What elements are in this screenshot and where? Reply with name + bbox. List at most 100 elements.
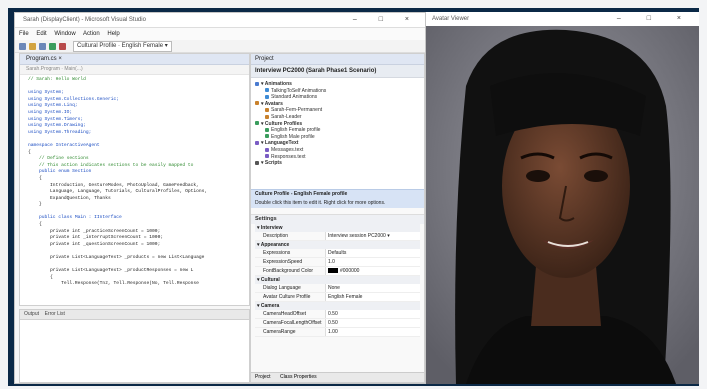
settings-row: Dialog Language None: [255, 284, 420, 293]
menu-file[interactable]: File: [19, 31, 29, 37]
file-icon: [265, 108, 269, 113]
menu-help[interactable]: Help: [107, 31, 119, 37]
avatar-render: [426, 26, 699, 384]
tree-item[interactable]: Sarah-Leader: [255, 114, 420, 121]
tree-item[interactable]: Standard Animations: [255, 94, 420, 101]
color-swatch[interactable]: [328, 268, 338, 274]
open-folder-icon[interactable]: [29, 42, 36, 50]
tree-item[interactable]: English Male profile: [255, 134, 420, 141]
settings-grid: ▾ Interview Description Interview session …: [251, 224, 424, 337]
code-line[interactable]: public enum Section: [28, 169, 249, 176]
project-panel: Project Interview PC2000 (Sarah Phase1 S…: [250, 53, 425, 383]
editor-tab[interactable]: Program.cs ×: [20, 54, 249, 65]
file-icon: [265, 94, 269, 99]
settings-header: Settings: [251, 214, 424, 224]
file-icon: [265, 134, 269, 139]
setting-value[interactable]: 0.50: [325, 310, 420, 318]
tree-group[interactable]: ▾ Avatars: [255, 101, 420, 108]
tree-label: ▾ Scripts: [261, 160, 282, 167]
folder-icon: [255, 121, 259, 126]
code-line[interactable]: // Sarah: Hello World: [28, 77, 249, 84]
setting-key: Description: [263, 233, 289, 239]
tree-group[interactable]: ▾ Animations: [255, 81, 420, 88]
menu-bar: File Edit Window Action Help: [15, 28, 425, 40]
file-icon: [265, 154, 269, 159]
code-line[interactable]: private List<LanguageText> _productRespo…: [28, 268, 249, 275]
settings-section[interactable]: ▾ Cultural: [255, 276, 420, 284]
code-line[interactable]: using System.Threading;: [28, 130, 249, 137]
save-icon[interactable]: [39, 42, 46, 50]
code-line[interactable]: private List<LanguageText> _products = n…: [28, 255, 249, 262]
class-properties-tab[interactable]: Class Properties: [276, 374, 321, 380]
setting-key: Dialog Language: [263, 285, 301, 291]
settings-section[interactable]: ▾ Appearance: [255, 241, 420, 249]
tree-item[interactable]: Messages.text: [255, 147, 420, 154]
tree-item[interactable]: TalkingToSelf Animations: [255, 88, 420, 95]
code-line[interactable]: }: [28, 202, 249, 209]
settings-row: Expressions Defaults: [255, 249, 420, 258]
folder-icon: [255, 141, 259, 146]
viewer-title: Avatar Viewer: [432, 16, 470, 22]
setting-value[interactable]: 0.50: [325, 319, 420, 327]
tree-label: English Female profile: [271, 127, 321, 134]
code-line[interactable]: using System.Linq;: [28, 103, 249, 110]
settings-row: ExpressionSpeed 1.0: [255, 258, 420, 267]
output-panel: Output Error List: [19, 309, 250, 383]
menu-action[interactable]: Action: [83, 31, 100, 37]
selected-item-title: Culture Profile - English Female profile: [255, 191, 348, 197]
setting-key: CameraFocalLengthOffset: [263, 320, 322, 326]
code-line[interactable]: using System.Drawing;: [28, 123, 249, 130]
setting-value[interactable]: 1.00: [325, 328, 420, 336]
tree-item[interactable]: Responses.text: [255, 154, 420, 161]
stop-icon[interactable]: [59, 42, 66, 50]
code-line[interactable]: {: [28, 222, 249, 229]
ide-window-controls[interactable]: – □ ×: [353, 13, 419, 27]
code-line[interactable]: using System.IO;: [28, 110, 249, 117]
setting-value[interactable]: 1.0: [325, 258, 420, 266]
settings-section[interactable]: ▾ Camera: [255, 302, 420, 310]
culture-profile-dropdown[interactable]: Cultural Profile · English Female ▾: [73, 40, 172, 52]
tree-label: ▾ LanguageText: [261, 140, 299, 147]
folder-icon: [255, 160, 259, 165]
new-file-icon[interactable]: [19, 42, 26, 50]
setting-value[interactable]: #000000: [325, 267, 420, 275]
project-tree[interactable]: ▾ Animations TalkingToSelf Animations Stan…: [251, 78, 424, 189]
code-line[interactable]: ExpandQuestion, Thanks: [28, 196, 249, 203]
tree-item[interactable]: English Female profile: [255, 127, 420, 134]
code-line[interactable]: using System;: [28, 90, 249, 97]
code-line[interactable]: private int _questionScreenCount = 1000;: [28, 242, 249, 249]
menu-window[interactable]: Window: [54, 31, 75, 37]
tree-group[interactable]: ▾ Scripts: [255, 160, 420, 167]
error-list-tab[interactable]: Error List: [45, 311, 65, 317]
code-line[interactable]: // Define sections: [28, 156, 249, 163]
panel-bottom-tabs: Project Class Properties: [251, 372, 424, 382]
editor-navigation-bar[interactable]: Sarah.Program · Main(...): [20, 65, 249, 75]
code-line[interactable]: Tell.Response(Tnz, Tell.Response(No, Tel…: [28, 281, 249, 288]
tree-label: Sarah-Leader: [271, 113, 302, 120]
toolbar: Cultural Profile · English Female ▾: [15, 40, 425, 53]
output-tab[interactable]: Output: [24, 311, 39, 317]
code-line[interactable]: [28, 136, 249, 143]
selected-item-description: Double click this item to edit it. Right…: [255, 200, 386, 206]
setting-value[interactable]: Interview session PC2000 ▾: [325, 232, 420, 240]
tree-group[interactable]: ▾ Culture Profiles: [255, 121, 420, 128]
settings-section[interactable]: ▾ Interview: [255, 224, 420, 232]
tree-group[interactable]: ▾ LanguageText: [255, 140, 420, 147]
code-line[interactable]: {: [28, 176, 249, 183]
code-line[interactable]: Language, Language, Tutorials, CulturalP…: [28, 189, 249, 196]
run-icon[interactable]: [49, 42, 56, 50]
viewer-window-controls[interactable]: – □ ×: [617, 12, 693, 26]
code-line[interactable]: namespace InteractiveAgent: [28, 143, 249, 150]
tree-item[interactable]: Sarah-Fem-Permanent: [255, 107, 420, 114]
setting-value[interactable]: English Female: [325, 293, 420, 301]
setting-value[interactable]: Defaults: [325, 249, 420, 257]
code-text[interactable]: // Sarah: Hello World using System; using…: [20, 75, 249, 288]
avatar-left-eye: [526, 170, 550, 182]
code-line[interactable]: private int _interruptScreenCount = 1000…: [28, 235, 249, 242]
code-line[interactable]: public class Main : IInterface: [28, 215, 249, 222]
project-tab[interactable]: Project: [251, 374, 275, 380]
setting-value[interactable]: None: [325, 284, 420, 292]
settings-row: Description Interview session PC2000 ▾: [255, 232, 420, 241]
menu-edit[interactable]: Edit: [36, 31, 46, 37]
code-editor[interactable]: Program.cs × Sarah.Program · Main(...) /…: [19, 53, 250, 306]
